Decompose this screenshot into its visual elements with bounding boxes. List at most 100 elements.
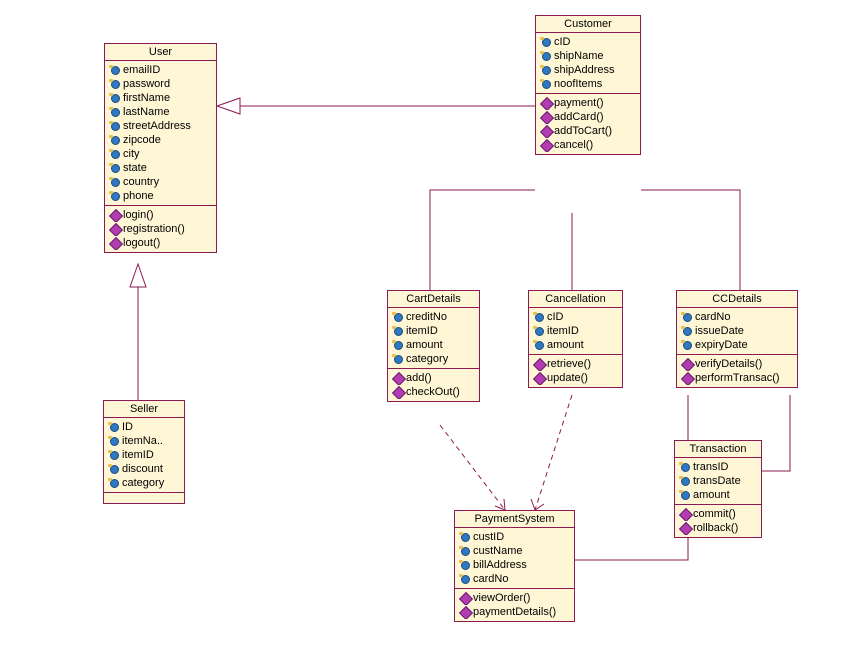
class-ccdetails[interactable]: CCDetails cardNo issueDate expiryDate ve… <box>676 290 798 388</box>
op-row: rollback() <box>677 521 759 535</box>
class-title: Seller <box>104 401 184 418</box>
operation-icon <box>459 593 471 603</box>
attribute-icon <box>533 340 545 350</box>
operation-icon <box>533 359 545 369</box>
attr-row: category <box>106 476 182 490</box>
class-title: User <box>105 44 216 61</box>
op-row: add() <box>390 371 477 385</box>
operation-icon <box>681 373 693 383</box>
operation-icon <box>392 373 404 383</box>
attribute-icon <box>108 436 120 446</box>
operation-icon <box>109 224 121 234</box>
attribute-icon <box>533 312 545 322</box>
op-row: addToCart() <box>538 124 638 138</box>
class-title: Cancellation <box>529 291 622 308</box>
attr-row: cardNo <box>679 310 795 324</box>
attribute-icon <box>540 37 552 47</box>
operations-section: payment() addCard() addToCart() cancel() <box>536 94 640 154</box>
attr-row: transID <box>677 460 759 474</box>
attr-row: amount <box>390 338 477 352</box>
class-title: Customer <box>536 16 640 33</box>
op-row: paymentDetails() <box>457 605 572 619</box>
attribute-icon <box>459 546 471 556</box>
class-title: PaymentSystem <box>455 511 574 528</box>
attribute-icon <box>109 121 121 131</box>
attribute-icon <box>109 191 121 201</box>
class-transaction[interactable]: Transaction transID transDate amount com… <box>674 440 762 538</box>
attr-row: itemID <box>106 448 182 462</box>
attribute-icon <box>681 326 693 336</box>
operation-icon <box>109 210 121 220</box>
operations-section: commit() rollback() <box>675 505 761 537</box>
operation-icon <box>459 607 471 617</box>
operation-icon <box>533 373 545 383</box>
attr-row: phone <box>107 189 214 203</box>
attribute-icon <box>108 478 120 488</box>
op-row: viewOrder() <box>457 591 572 605</box>
operation-icon <box>679 509 691 519</box>
attributes-section: creditNo itemID amount category <box>388 308 479 369</box>
attribute-icon <box>109 177 121 187</box>
attr-row: password <box>107 77 214 91</box>
attribute-icon <box>459 532 471 542</box>
op-row: retrieve() <box>531 357 620 371</box>
op-row: performTransac() <box>679 371 795 385</box>
attr-row: shipName <box>538 49 638 63</box>
attr-row: discount <box>106 462 182 476</box>
attribute-icon <box>109 65 121 75</box>
attribute-icon <box>108 450 120 460</box>
operations-section: viewOrder() paymentDetails() <box>455 589 574 621</box>
operations-section: retrieve() update() <box>529 355 622 387</box>
op-row: commit() <box>677 507 759 521</box>
operation-icon <box>392 387 404 397</box>
class-title: Transaction <box>675 441 761 458</box>
attributes-section: emailID password firstName lastName stre… <box>105 61 216 206</box>
attr-row: creditNo <box>390 310 477 324</box>
attr-row: itemID <box>531 324 620 338</box>
class-seller[interactable]: Seller ID itemNa.. itemID discount categ… <box>103 400 185 504</box>
attributes-section: transID transDate amount <box>675 458 761 505</box>
operations-section <box>104 493 184 503</box>
attr-row: billAddress <box>457 558 572 572</box>
attribute-icon <box>679 490 691 500</box>
operations-section: verifyDetails() performTransac() <box>677 355 797 387</box>
operation-icon <box>540 112 552 122</box>
attribute-icon <box>392 354 404 364</box>
attributes-section: custID custName billAddress cardNo <box>455 528 574 589</box>
operation-icon <box>540 126 552 136</box>
attr-row: state <box>107 161 214 175</box>
attributes-section: cID shipName shipAddress noofItems <box>536 33 640 94</box>
class-cartdetails[interactable]: CartDetails creditNo itemID amount categ… <box>387 290 480 402</box>
class-user[interactable]: User emailID password firstName lastName… <box>104 43 217 253</box>
class-paymentsystem[interactable]: PaymentSystem custID custName billAddres… <box>454 510 575 622</box>
operation-icon <box>679 523 691 533</box>
attr-row: category <box>390 352 477 366</box>
operation-icon <box>540 140 552 150</box>
attribute-icon <box>108 464 120 474</box>
attribute-icon <box>392 326 404 336</box>
operation-icon <box>109 238 121 248</box>
op-row: login() <box>107 208 214 222</box>
attribute-icon <box>109 93 121 103</box>
op-row: verifyDetails() <box>679 357 795 371</box>
class-customer[interactable]: Customer cID shipName shipAddress noofIt… <box>535 15 641 155</box>
attr-row: ID <box>106 420 182 434</box>
class-title: CCDetails <box>677 291 797 308</box>
attribute-icon <box>540 65 552 75</box>
attribute-icon <box>108 422 120 432</box>
attr-row: transDate <box>677 474 759 488</box>
attr-row: custName <box>457 544 572 558</box>
attribute-icon <box>533 326 545 336</box>
attr-row: firstName <box>107 91 214 105</box>
attribute-icon <box>109 149 121 159</box>
op-row: addCard() <box>538 110 638 124</box>
attr-row: amount <box>677 488 759 502</box>
attribute-icon <box>459 560 471 570</box>
attr-row: noofItems <box>538 77 638 91</box>
class-cancellation[interactable]: Cancellation cID itemID amount retrieve(… <box>528 290 623 388</box>
attr-row: emailID <box>107 63 214 77</box>
attr-row: itemID <box>390 324 477 338</box>
operations-section: login() registration() logout() <box>105 206 216 252</box>
attr-row: city <box>107 147 214 161</box>
op-row: registration() <box>107 222 214 236</box>
